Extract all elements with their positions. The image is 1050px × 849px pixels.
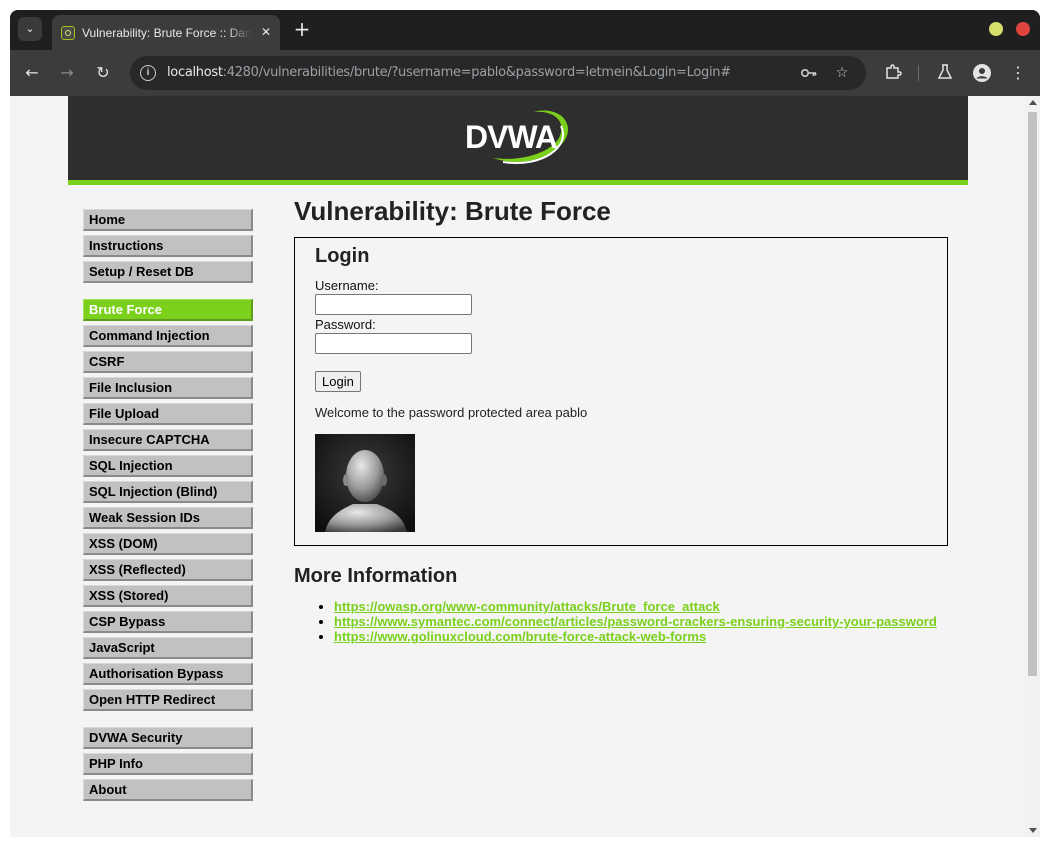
logo-text: DVWA xyxy=(465,119,558,155)
sidebar-item-xss-dom[interactable]: XSS (DOM) xyxy=(83,533,253,555)
dvwa-header: DVWA xyxy=(68,96,968,185)
menu-group: DVWA Security PHP Info About xyxy=(83,727,253,801)
login-panel: Login Username: Password: Login Welcome … xyxy=(294,237,948,546)
login-heading: Login xyxy=(315,245,370,267)
menu-group: Brute Force Command Injection CSRF File Inc… xyxy=(83,299,253,711)
profile-avatar-icon[interactable] xyxy=(972,63,992,83)
sidebar-item-csp-bypass[interactable]: CSP Bypass xyxy=(83,611,253,633)
toolbar-separator xyxy=(918,65,919,81)
sidebar-item-open-http-redirect[interactable]: Open HTTP Redirect xyxy=(83,689,253,711)
tab-bar: ⌄ Vulnerability: Brute Force :: Damn Vul… xyxy=(10,10,1040,50)
sidebar-item-setup-reset-db[interactable]: Setup / Reset DB xyxy=(83,261,253,283)
symantec-link[interactable]: https://www.symantec.com/connect/article… xyxy=(334,614,937,629)
reload-icon[interactable]: ↻ xyxy=(93,63,113,83)
list-item: https://owasp.org/www-community/attacks/… xyxy=(334,599,948,614)
sidebar-item-brute-force[interactable]: Brute Force xyxy=(83,299,253,321)
more-menu-dots-icon[interactable]: ⋮ xyxy=(1008,63,1028,83)
sidebar-item-about[interactable]: About xyxy=(83,779,253,801)
dvwa-logo[interactable]: DVWA xyxy=(463,106,575,168)
dvwa-favicon-icon xyxy=(61,26,75,40)
url-text[interactable]: localhost:4280/vulnerabilities/brute/?us… xyxy=(167,65,731,81)
username-label: Username: xyxy=(315,278,379,293)
user-avatar-image xyxy=(315,434,415,532)
username-input[interactable] xyxy=(315,294,472,315)
url-path: :4280/vulnerabilities/brute/?username=pa… xyxy=(222,65,731,80)
sidebar-item-dvwa-security[interactable]: DVWA Security xyxy=(83,727,253,749)
sidebar-item-home[interactable]: Home xyxy=(83,209,253,231)
tab-search-chevron-icon[interactable]: ⌄ xyxy=(18,17,42,41)
sidebar-item-xss-stored[interactable]: XSS (Stored) xyxy=(83,585,253,607)
address-bar[interactable]: i localhost:4280/vulnerabilities/brute/?… xyxy=(130,56,866,90)
forward-arrow-icon[interactable]: → xyxy=(57,63,77,83)
labs-flask-icon[interactable] xyxy=(935,63,955,83)
sidebar-item-sql-injection-blind[interactable]: SQL Injection (Blind) xyxy=(83,481,253,503)
golinuxcloud-link[interactable]: https://www.golinuxcloud.com/brute-force… xyxy=(334,629,706,644)
sidebar-menu: Home Instructions Setup / Reset DB Brute Fo… xyxy=(83,209,253,817)
list-item: https://www.golinuxcloud.com/brute-force… xyxy=(334,629,948,644)
tab-close-icon[interactable]: ✕ xyxy=(258,24,274,40)
minimize-window-button[interactable] xyxy=(989,22,1003,36)
sidebar-item-csrf[interactable]: CSRF xyxy=(83,351,253,373)
browser-toolbar: ← → ↻ i localhost:4280/vulnerabilities/b… xyxy=(10,50,1040,96)
sidebar-item-command-injection[interactable]: Command Injection xyxy=(83,325,253,347)
scrollbar-thumb[interactable] xyxy=(1028,112,1037,676)
bookmark-star-icon[interactable]: ☆ xyxy=(833,64,851,82)
sidebar-item-sql-injection[interactable]: SQL Injection xyxy=(83,455,253,477)
sidebar-item-php-info[interactable]: PHP Info xyxy=(83,753,253,775)
password-key-icon[interactable] xyxy=(800,64,818,82)
dvwa-container: DVWA Home Instructions Setup / Reset DB Bru… xyxy=(68,96,968,837)
tab-title: Vulnerability: Brute Force :: Damn Vulne… xyxy=(82,26,252,40)
password-input[interactable] xyxy=(315,333,472,354)
vertical-scrollbar[interactable] xyxy=(1025,96,1040,837)
scroll-up-arrow-icon[interactable] xyxy=(1029,100,1037,105)
sidebar-item-file-inclusion[interactable]: File Inclusion xyxy=(83,377,253,399)
sidebar-item-authorisation-bypass[interactable]: Authorisation Bypass xyxy=(83,663,253,685)
scroll-down-arrow-icon[interactable] xyxy=(1029,828,1037,833)
more-information-heading: More Information xyxy=(294,565,458,587)
sidebar-item-insecure-captcha[interactable]: Insecure CAPTCHA xyxy=(83,429,253,451)
owasp-link[interactable]: https://owasp.org/www-community/attacks/… xyxy=(334,599,720,614)
sidebar-item-instructions[interactable]: Instructions xyxy=(83,235,253,257)
url-host: localhost xyxy=(167,65,223,80)
main-content: Vulnerability: Brute Force Login Usernam… xyxy=(294,196,948,644)
welcome-message: Welcome to the password protected area p… xyxy=(315,405,588,420)
sidebar-item-file-upload[interactable]: File Upload xyxy=(83,403,253,425)
password-label: Password: xyxy=(315,317,376,332)
sidebar-item-xss-reflected[interactable]: XSS (Reflected) xyxy=(83,559,253,581)
login-button[interactable]: Login xyxy=(315,371,361,392)
menu-group: Home Instructions Setup / Reset DB xyxy=(83,209,253,283)
sidebar-item-javascript[interactable]: JavaScript xyxy=(83,637,253,659)
new-tab-plus-icon[interactable]: + xyxy=(291,18,313,40)
site-info-icon[interactable]: i xyxy=(140,65,156,81)
page-title: Vulnerability: Brute Force xyxy=(294,196,611,226)
extensions-puzzle-icon[interactable] xyxy=(883,63,903,83)
close-window-button[interactable] xyxy=(1016,22,1030,36)
browser-window: ⌄ Vulnerability: Brute Force :: Damn Vul… xyxy=(10,10,1040,837)
active-tab[interactable]: Vulnerability: Brute Force :: Damn Vulne… xyxy=(52,15,280,50)
page-viewport: DVWA Home Instructions Setup / Reset DB Bru… xyxy=(10,96,1040,837)
list-item: https://www.symantec.com/connect/article… xyxy=(334,614,948,629)
sidebar-item-weak-session-ids[interactable]: Weak Session IDs xyxy=(83,507,253,529)
more-information-links: https://owasp.org/www-community/attacks/… xyxy=(294,599,948,644)
back-arrow-icon[interactable]: ← xyxy=(22,63,42,83)
